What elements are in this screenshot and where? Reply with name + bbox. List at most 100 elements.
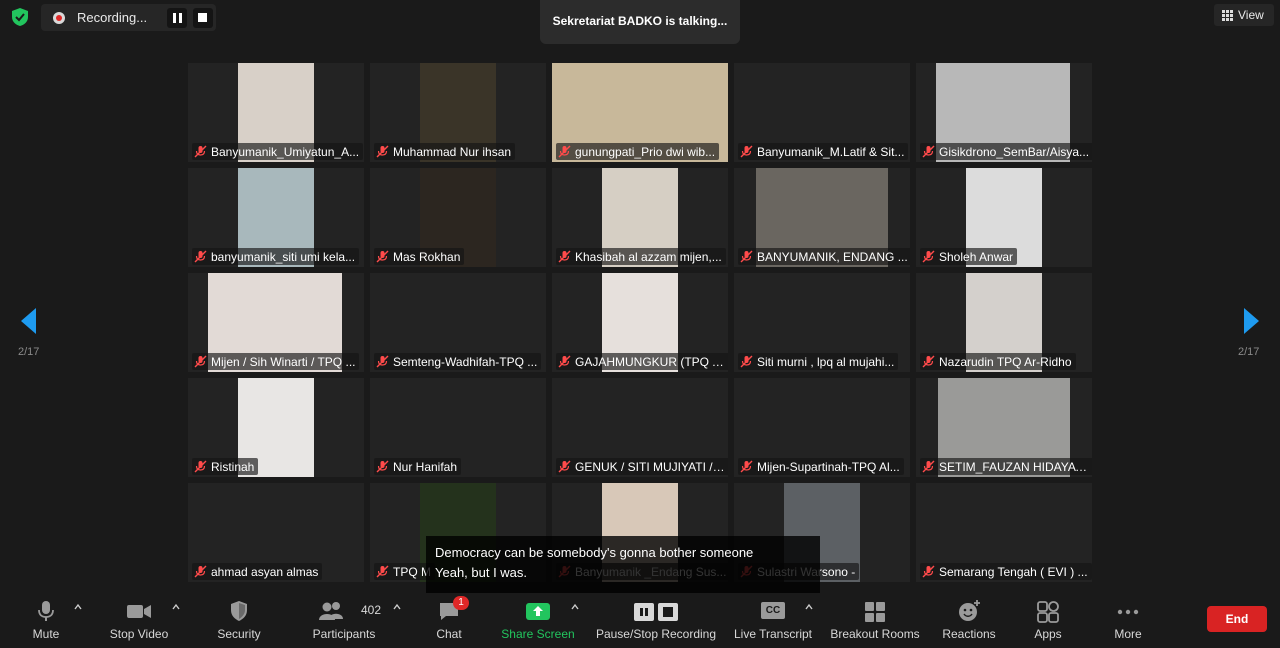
participant-tile[interactable]: Banyumanik_Umiyatun_A... <box>188 63 364 162</box>
muted-microphone-icon <box>740 145 753 158</box>
muted-microphone-icon <box>922 250 935 263</box>
microphone-icon <box>38 601 54 621</box>
muted-microphone-icon <box>194 145 207 158</box>
muted-microphone-icon <box>558 145 571 158</box>
next-page-arrow-icon[interactable] <box>1240 306 1262 336</box>
muted-microphone-icon <box>194 250 207 263</box>
share-screen-button[interactable]: Share Screen <box>498 594 578 648</box>
security-label: Security <box>217 627 261 641</box>
participant-nameplate: Banyumanik_Umiyatun_A... <box>192 143 364 160</box>
breakout-rooms-label: Breakout Rooms <box>830 627 920 641</box>
participant-tile[interactable]: Muhammad Nur ihsan <box>370 63 546 162</box>
participant-name: Semteng-Wadhifah-TPQ ... <box>393 354 538 369</box>
participant-name: Mijen / Sih Winarti / TPQ ... <box>211 354 356 369</box>
apps-icon <box>1037 601 1059 623</box>
participant-tile[interactable]: Ristinah <box>188 378 364 477</box>
participant-name: Nazarudin TPQ Ar-Ridho <box>939 354 1072 369</box>
participant-nameplate: Banyumanik_M.Latif & Sit... <box>738 143 909 160</box>
participant-tile[interactable]: SETIM_FAUZAN HIDAYAT... <box>916 378 1092 477</box>
participant-nameplate: Ristinah <box>192 458 259 475</box>
prev-page-arrow-icon[interactable] <box>18 306 40 336</box>
participant-nameplate: Nazarudin TPQ Ar-Ridho <box>920 353 1076 370</box>
security-button[interactable]: Security <box>209 594 269 648</box>
participant-name: ahmad asyan almas <box>211 564 319 579</box>
recording-indicator: Recording... <box>41 4 216 31</box>
more-button[interactable]: More <box>1102 594 1154 648</box>
participant-nameplate: Semarang Tengah ( EVI ) ... <box>920 563 1092 580</box>
participant-name: Gisikdrono_SemBar/Aisya... <box>939 144 1090 159</box>
caption-line-2: Yeah, but I was. <box>435 565 528 580</box>
recording-dot-icon <box>53 12 65 24</box>
participant-nameplate: Sholeh Anwar <box>920 248 1018 265</box>
participant-nameplate: gunungpati_Prio dwi wib... <box>556 143 720 160</box>
mute-button[interactable]: Mute <box>16 594 76 648</box>
caption-line-1: Democracy can be somebody's gonna bother… <box>435 545 754 560</box>
pause-stop-recording-icon <box>634 603 678 621</box>
participant-nameplate: Mas Rokhan <box>374 248 465 265</box>
view-button[interactable]: View <box>1214 4 1274 26</box>
participant-tile[interactable]: Khasibah al azzam mijen,... <box>552 168 728 267</box>
participant-tile[interactable]: Banyumanik_M.Latif & Sit... <box>734 63 910 162</box>
pause-recording-button[interactable] <box>167 8 187 28</box>
participant-name: Mijen-Supartinah-TPQ Al... <box>757 459 900 474</box>
stop-recording-button[interactable] <box>193 8 213 28</box>
muted-microphone-icon <box>558 460 571 473</box>
participant-nameplate: Muhammad Nur ihsan <box>374 143 516 160</box>
participant-nameplate: Nur Hanifah <box>374 458 462 475</box>
mute-options-caret-icon[interactable] <box>74 603 82 611</box>
muted-microphone-icon <box>922 565 935 578</box>
muted-microphone-icon <box>740 355 753 368</box>
participant-tile[interactable]: Sholeh Anwar <box>916 168 1092 267</box>
participants-options-caret-icon[interactable] <box>393 603 401 611</box>
participant-tile[interactable]: ahmad asyan almas <box>188 483 364 582</box>
participant-tile[interactable]: GAJAHMUNGKUR (TPQ A... <box>552 273 728 372</box>
grid-view-icon <box>1222 10 1233 21</box>
live-transcript-label: Live Transcript <box>733 627 813 641</box>
stop-video-button[interactable]: Stop Video <box>104 594 174 648</box>
participant-tile[interactable]: Mijen / Sih Winarti / TPQ ... <box>188 273 364 372</box>
participant-nameplate: Mijen-Supartinah-TPQ Al... <box>738 458 904 475</box>
video-options-caret-icon[interactable] <box>172 603 180 611</box>
end-meeting-button[interactable]: End <box>1207 606 1267 632</box>
participant-name: Nur Hanifah <box>393 459 458 474</box>
participants-count: 402 <box>361 603 382 617</box>
muted-microphone-icon <box>376 565 389 578</box>
participant-tile[interactable]: Semarang Tengah ( EVI ) ... <box>916 483 1092 582</box>
chat-label: Chat <box>436 627 462 641</box>
live-transcript-button[interactable]: CC Live Transcript <box>730 594 816 648</box>
participant-name: Sholeh Anwar <box>939 249 1014 264</box>
participant-nameplate: GAJAHMUNGKUR (TPQ A... <box>556 353 728 370</box>
mute-label: Mute <box>32 627 60 641</box>
muted-microphone-icon <box>376 460 389 473</box>
share-screen-label: Share Screen <box>501 627 575 641</box>
participant-name: Muhammad Nur ihsan <box>393 144 512 159</box>
shield-check-icon[interactable] <box>9 6 31 28</box>
participant-tile[interactable]: Semteng-Wadhifah-TPQ ... <box>370 273 546 372</box>
muted-microphone-icon <box>194 460 207 473</box>
participant-tile[interactable]: Nazarudin TPQ Ar-Ridho <box>916 273 1092 372</box>
participant-tile[interactable]: Mas Rokhan <box>370 168 546 267</box>
participant-tile[interactable]: BANYUMANIK, ENDANG ... <box>734 168 910 267</box>
stop-icon <box>198 13 207 22</box>
participant-nameplate: Mijen / Sih Winarti / TPQ ... <box>192 353 360 370</box>
transcript-options-caret-icon[interactable] <box>805 603 813 611</box>
muted-microphone-icon <box>740 250 753 263</box>
participant-tile[interactable]: Nur Hanifah <box>370 378 546 477</box>
pause-stop-recording-button[interactable]: Pause/Stop Recording <box>593 594 719 648</box>
participant-name: Mas Rokhan <box>393 249 461 264</box>
participant-tile[interactable]: GENUK / SITI MUJIYATI /L... <box>552 378 728 477</box>
muted-microphone-icon <box>740 460 753 473</box>
apps-button[interactable]: Apps <box>1021 594 1075 648</box>
reactions-button[interactable]: Reactions <box>936 594 1002 648</box>
participant-tile[interactable]: Siti murni , lpq al mujahi... <box>734 273 910 372</box>
breakout-rooms-button[interactable]: Breakout Rooms <box>826 594 924 648</box>
more-dots-icon <box>1117 609 1139 615</box>
meeting-toolbar: Mute Stop Video Security Participants 40… <box>0 594 1280 648</box>
participant-tile[interactable]: Gisikdrono_SemBar/Aisya... <box>916 63 1092 162</box>
share-options-caret-icon[interactable] <box>571 603 579 611</box>
muted-microphone-icon <box>558 355 571 368</box>
participant-tile[interactable]: gunungpati_Prio dwi wib... <box>552 63 728 162</box>
participant-nameplate: banyumanik_siti umi kela... <box>192 248 360 265</box>
participant-tile[interactable]: Mijen-Supartinah-TPQ Al... <box>734 378 910 477</box>
participant-tile[interactable]: banyumanik_siti umi kela... <box>188 168 364 267</box>
